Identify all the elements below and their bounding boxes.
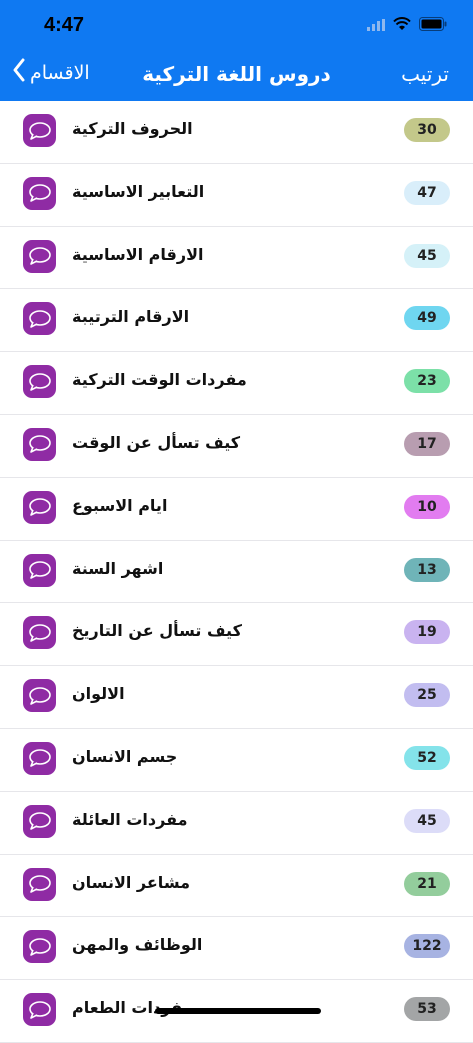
chat-bubble-icon [23, 679, 56, 713]
count-badge: 25 [404, 683, 450, 708]
chat-bubble-icon [23, 553, 56, 587]
list-item-label: الوظائف والمهن [72, 935, 203, 955]
chat-bubble-icon [23, 993, 56, 1027]
chat-bubble-icon [23, 302, 56, 336]
list-item[interactable]: كيف تسأل عن الوقت 17 [0, 415, 473, 478]
sort-button[interactable]: ترتيب [401, 62, 449, 86]
chevron-left-icon [12, 58, 26, 87]
list-item-label: كيف تسأل عن الوقت [72, 432, 241, 452]
chat-bubble-icon [23, 867, 56, 901]
list-item[interactable]: كيف تسأل عن التاريخ 19 [0, 603, 473, 667]
list-item[interactable]: جسم الانسان 52 [0, 729, 473, 792]
chat-bubble-icon [23, 427, 56, 461]
count-badge: 45 [404, 808, 450, 833]
chat-bubble-icon [23, 930, 56, 964]
list-item-label: جسم الانسان [72, 746, 178, 766]
chat-bubble-icon [23, 490, 56, 524]
count-badge: 10 [404, 494, 450, 519]
count-badge: 49 [404, 306, 450, 331]
navigation-bar: 4:47 الاقسام دروس اللغة التركية ترتيب [0, 0, 473, 101]
count-badge: 47 [404, 180, 450, 205]
count-badge: 30 [404, 118, 450, 142]
count-badge: 21 [404, 871, 450, 896]
list-item[interactable]: الارقام الاساسية 45 [0, 227, 473, 290]
list-item[interactable]: الارقام الترتيبة 49 [0, 289, 473, 353]
count-badge: 52 [404, 745, 450, 770]
list-item-label: الارقام الترتيبة [72, 307, 190, 327]
wifi-icon [393, 16, 411, 35]
list-item[interactable]: مشاعر الانسان 21 [0, 855, 473, 918]
list-item-label: اشهر السنة [72, 558, 164, 578]
back-button-label: الاقسام [30, 61, 90, 84]
list-item-label: الالوان [72, 684, 125, 704]
list-item-label: كيف تسأل عن التاريخ [72, 621, 242, 641]
list-item-label: مفردات الوقت التركية [72, 370, 247, 390]
list-item-label: ايام الاسبوع [72, 495, 168, 515]
chat-bubble-icon [23, 239, 56, 273]
back-button[interactable]: الاقسام [12, 58, 90, 87]
chat-bubble-icon [23, 741, 56, 775]
list-item[interactable]: الوظائف والمهن 122 [0, 917, 473, 981]
count-badge: 17 [404, 431, 450, 456]
count-badge: 19 [404, 620, 450, 645]
list-item[interactable]: التعابير الاساسية 47 [0, 164, 473, 227]
list-item[interactable]: الالوان 25 [0, 666, 473, 729]
list-item[interactable]: الحروف التركية 30 [0, 101, 473, 164]
home-indicator [155, 1008, 321, 1014]
list-item[interactable]: ايام الاسبوع 10 [0, 478, 473, 541]
chat-bubble-icon [23, 176, 56, 210]
chat-bubble-icon [23, 616, 56, 650]
list-item-label: الارقام الاساسية [72, 244, 204, 264]
count-badge: 45 [404, 243, 450, 268]
list-item-label: مفردات العائلة [72, 809, 188, 829]
count-badge: 13 [404, 557, 450, 582]
list-item[interactable]: مفردات العائلة 45 [0, 792, 473, 855]
signal-icon [367, 16, 385, 35]
count-badge: 122 [404, 934, 450, 959]
battery-icon [419, 16, 447, 35]
list-item[interactable]: مفردات الوقت التركية 23 [0, 352, 473, 415]
list-item-label: مشاعر الانسان [72, 872, 190, 892]
list-item-label: الحروف التركية [72, 119, 193, 138]
list-item-label: التعابير الاساسية [72, 181, 205, 201]
chat-bubble-icon [23, 365, 56, 399]
chat-bubble-icon [23, 114, 56, 147]
status-icons [367, 16, 447, 35]
count-badge: 53 [404, 997, 450, 1022]
list-item[interactable]: اشهر السنة 13 [0, 541, 473, 604]
lesson-list: الحروف التركية 30 التعابير الاساسية 47 الارق… [0, 101, 473, 1043]
chat-bubble-icon [23, 804, 56, 838]
count-badge: 23 [404, 369, 450, 394]
status-time: 4:47 [44, 14, 85, 36]
